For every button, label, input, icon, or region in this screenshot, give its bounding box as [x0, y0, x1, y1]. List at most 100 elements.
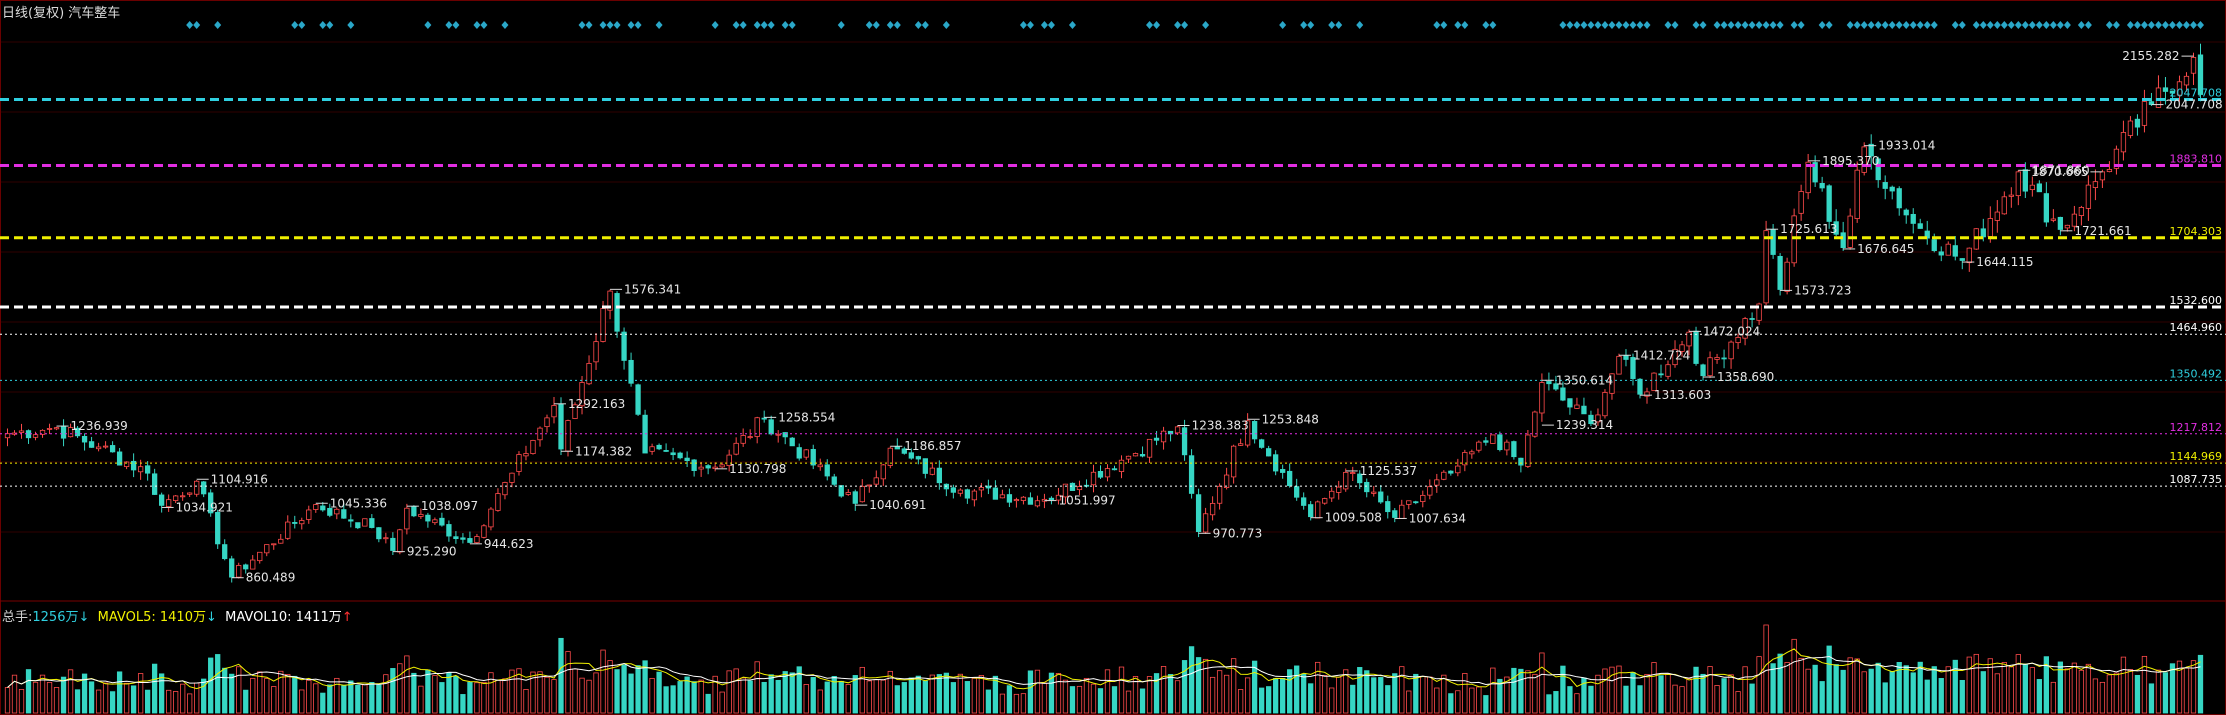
volume-bar — [362, 684, 368, 714]
candle-body — [285, 521, 291, 539]
candle-body — [1567, 398, 1573, 408]
volume-bar — [698, 679, 704, 714]
volume-bar — [250, 677, 256, 714]
volume-bar — [1378, 677, 1384, 714]
volume-bar — [2022, 663, 2028, 714]
annotation-label: 1034.921 — [176, 500, 233, 514]
candle-body — [1476, 441, 1482, 451]
candle-body — [376, 527, 382, 540]
signal-marker — [1047, 21, 1055, 29]
signal-marker — [2126, 21, 2134, 29]
signal-marker — [1601, 21, 1609, 29]
volume-bar — [971, 677, 978, 714]
annotation-label: 1253.848 — [1262, 412, 1319, 426]
candle-body — [2162, 87, 2169, 92]
annotation-label: 925.290 — [407, 545, 457, 559]
signal-marker — [1895, 21, 1903, 29]
volume-bar — [229, 673, 235, 714]
volume-bar — [2029, 667, 2035, 714]
volume-bar — [474, 682, 480, 714]
volume-bar — [1784, 662, 1790, 714]
candle-body — [2099, 171, 2106, 181]
annotation-label: 1038.097 — [421, 499, 478, 513]
annotation-label: 860.489 — [246, 571, 296, 585]
signal-marker — [424, 21, 432, 29]
annotation-label: 1007.634 — [1409, 511, 1466, 525]
volume-bar — [299, 689, 305, 714]
candle-body — [1938, 251, 1944, 256]
volume-bar — [1434, 687, 1440, 714]
candle-body — [320, 505, 326, 511]
candle-body — [691, 459, 697, 471]
volume-bar — [1847, 657, 1853, 714]
candle-body — [2022, 169, 2028, 192]
signal-marker — [2140, 21, 2148, 29]
candle-body — [102, 445, 109, 448]
signal-marker — [1622, 21, 1630, 29]
volume-bar — [1637, 685, 1643, 714]
volume-bar — [1854, 658, 1860, 714]
candle-body — [1882, 182, 1888, 189]
volume-bar — [1728, 674, 1734, 714]
volume-bar — [1819, 681, 1825, 714]
candle-body — [838, 485, 844, 497]
volume-bar — [915, 675, 921, 714]
volume-bar — [628, 673, 634, 714]
candle-body — [1840, 232, 1846, 248]
volume-bar — [1104, 669, 1111, 714]
volume-bar — [215, 654, 221, 714]
candle-body — [2050, 218, 2057, 221]
volume-bar — [453, 675, 459, 714]
volume-bar — [2141, 655, 2148, 714]
candle-body — [782, 432, 788, 438]
volume-bar — [495, 679, 501, 714]
kline-chart[interactable]: 日线(复权) 汽车整车 2047.708 1883.810 1704.303 1532… — [0, 0, 2226, 715]
level-label: 1704.303 — [2170, 225, 2223, 238]
signal-marker — [872, 21, 880, 29]
volume-bar — [1798, 657, 1804, 714]
candle-body — [95, 446, 102, 450]
signal-marker — [186, 21, 194, 29]
volume-bar — [341, 685, 347, 714]
candle-body — [1329, 490, 1335, 499]
signal-marker — [1699, 21, 1707, 29]
signal-marker — [1026, 21, 1034, 29]
candle-body — [348, 519, 354, 522]
annotation-label: 1051.997 — [1058, 494, 1115, 508]
volume-bar — [943, 672, 949, 714]
total-volume-label: 总手: — [2, 610, 33, 625]
candle-body — [852, 491, 858, 504]
candle-body — [999, 494, 1006, 499]
volume-bar — [1525, 670, 1531, 714]
candle-body — [1777, 256, 1783, 290]
candle-body — [467, 538, 473, 543]
signal-marker — [2133, 21, 2141, 29]
volume-bar — [236, 666, 242, 714]
signal-marker — [1979, 21, 1987, 29]
signal-marker — [1958, 21, 1966, 29]
volume-bar — [1399, 666, 1405, 714]
candle-body — [1910, 213, 1916, 224]
volume-bar — [1511, 667, 1517, 714]
mavol10-label: MAVOL10: — [225, 610, 292, 625]
signal-marker — [1019, 21, 1027, 29]
volume-bar — [635, 665, 641, 714]
candle-body — [159, 494, 165, 506]
volume-bar — [1924, 679, 1930, 714]
volume-bar — [1553, 691, 1559, 714]
signal-marker — [760, 21, 768, 29]
annotation-label: 1576.341 — [624, 282, 681, 296]
candle-body — [1146, 438, 1153, 458]
candle-body — [236, 565, 242, 578]
candle-body — [705, 465, 711, 469]
candle-body — [229, 558, 235, 578]
annotation-label: 1236.939 — [71, 419, 128, 433]
signal-marker — [634, 21, 642, 29]
volume-bar — [1385, 685, 1391, 714]
signal-marker — [1335, 21, 1343, 29]
volume-bar — [1749, 683, 1755, 714]
volume-bar — [2106, 674, 2113, 714]
candle-body — [2085, 184, 2092, 209]
candle-body — [1994, 211, 2000, 221]
volume-bar — [151, 663, 158, 714]
